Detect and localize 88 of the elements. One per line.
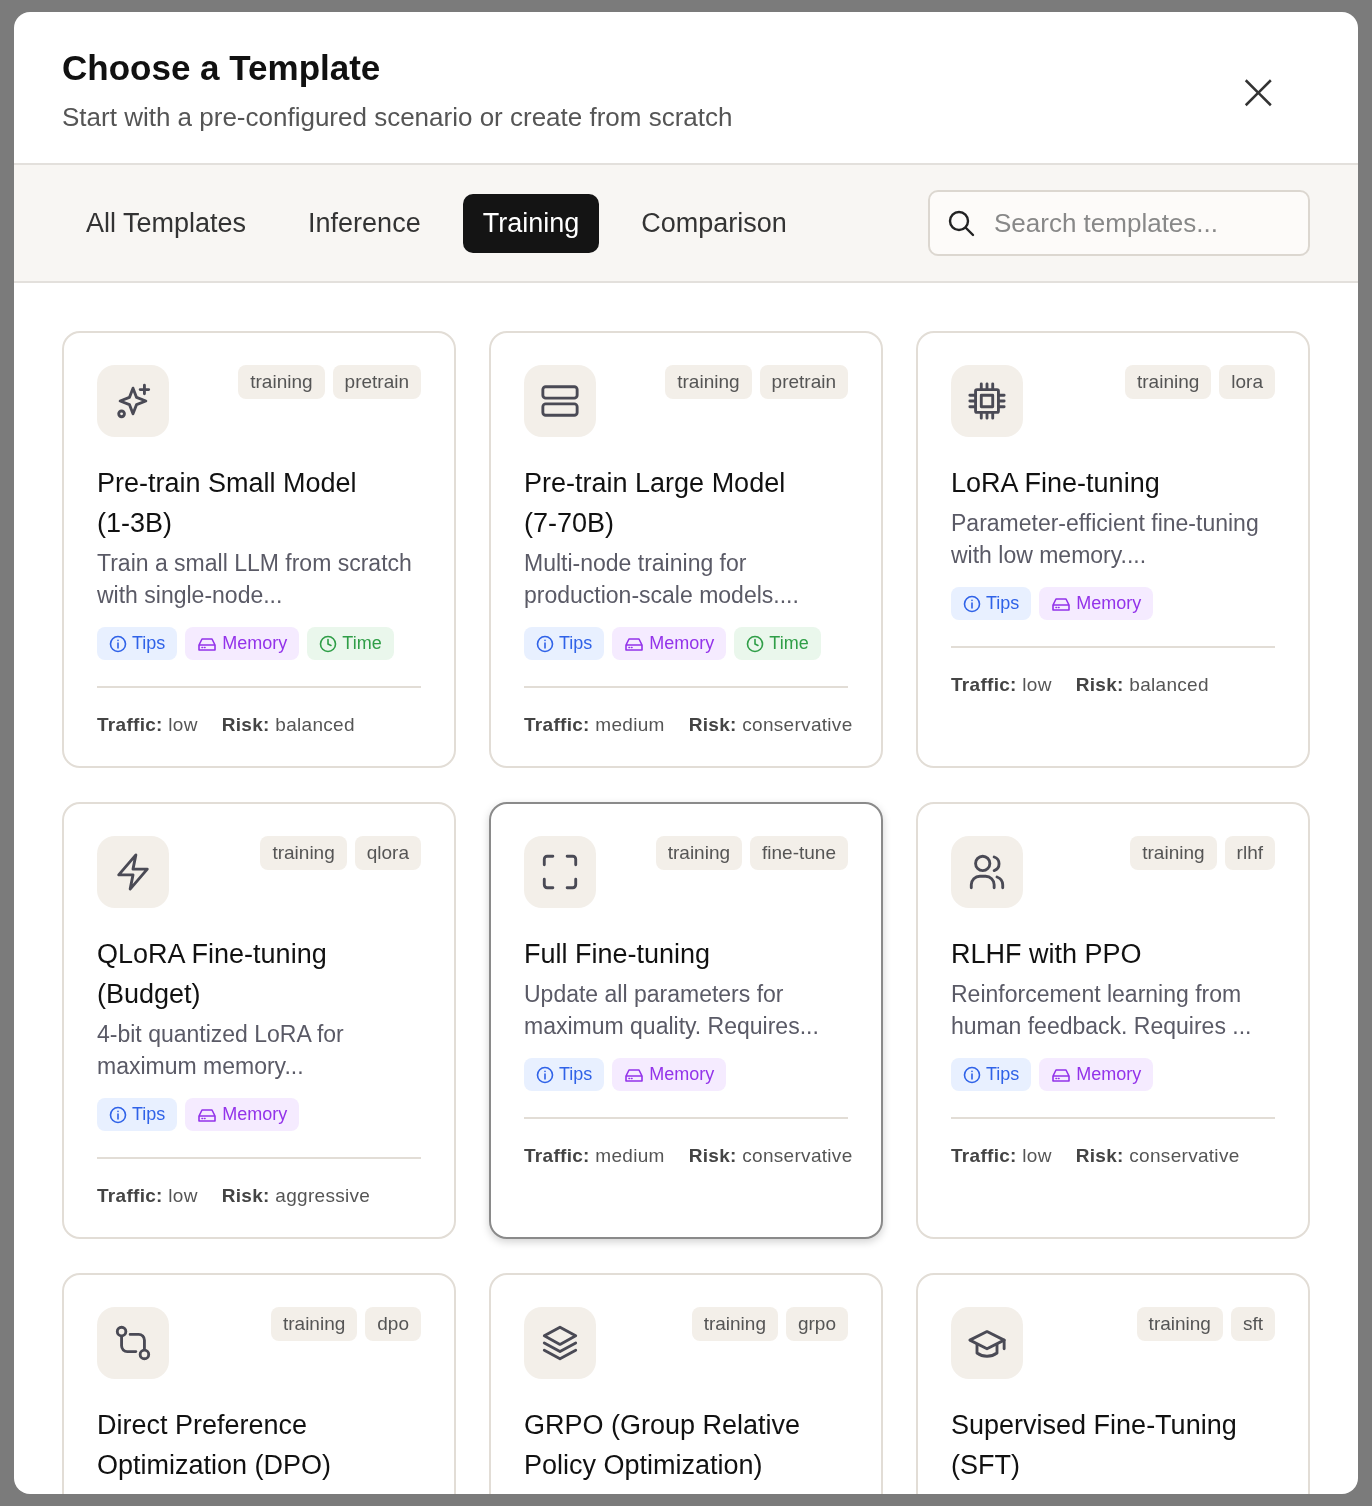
- users-icon: [967, 852, 1007, 892]
- tips-badge[interactable]: Tips: [97, 1098, 178, 1131]
- traffic-label: Traffic: low: [97, 1185, 198, 1207]
- template-card[interactable]: training sft Supervised Fine-Tuning (SFT): [916, 1273, 1310, 1494]
- filter-tab[interactable]: All Templates: [66, 193, 267, 253]
- tag: sft: [1230, 1307, 1275, 1341]
- info-icon: [963, 594, 981, 613]
- info-icon: [109, 1105, 127, 1124]
- tag: training: [691, 1307, 778, 1341]
- info-icon: [963, 1065, 981, 1084]
- card-title: QLoRA Fine-tuning (Budget): [97, 938, 328, 1011]
- traffic-label: Traffic: low: [951, 674, 1052, 696]
- card-title: Supervised Fine-Tuning (SFT): [951, 1409, 1238, 1482]
- card-description: Train a small LLM from scratch with single-node...: [97, 549, 413, 610]
- clock-icon: [319, 634, 338, 653]
- card-title: RLHF with PPO: [951, 938, 1143, 971]
- git-compare-icon: [113, 1323, 153, 1363]
- card-title: LoRA Fine-tuning: [951, 467, 1161, 500]
- card-title: Pre-train Small Model (1-3B): [97, 467, 358, 540]
- tips-badge[interactable]: Tips: [97, 627, 178, 660]
- tag: dpo: [365, 1307, 421, 1341]
- memory-badge[interactable]: Memory: [185, 627, 300, 660]
- risk-label: Risk: conservative: [688, 714, 853, 736]
- traffic-label: Traffic: medium: [524, 714, 665, 736]
- tag: lora: [1219, 365, 1275, 399]
- traffic-label: Traffic: medium: [524, 1145, 665, 1167]
- tag: fine-tune: [750, 836, 848, 870]
- memory-badge[interactable]: Memory: [612, 627, 727, 660]
- card-description: 4-bit quantized LoRA for maximum memory...: [97, 1020, 345, 1081]
- tag: grpo: [785, 1307, 848, 1341]
- risk-label: Risk: balanced: [221, 714, 355, 736]
- search-field[interactable]: Search templates...: [928, 190, 1310, 256]
- memory-badge[interactable]: Memory: [1039, 1058, 1154, 1091]
- template-card[interactable]: training rlhf RLHF with PPO Reinforcement learning from human feedback. Requires ... Tips Memory Traffic: low Risk: conservative: [916, 802, 1310, 1239]
- tag: training: [655, 836, 743, 870]
- tag: pretrain: [332, 365, 421, 399]
- template-card[interactable]: training dpo Direct Preference Optimization (DPO): [62, 1273, 456, 1494]
- template-card[interactable]: training pretrain Pre-train Small Model (1-3B) Train a small LLM from scratch with single-node... Tips Memory Time Traffic: low Risk: balanced: [62, 331, 456, 768]
- traffic-label: Traffic: low: [951, 1145, 1052, 1167]
- memory-badge[interactable]: Memory: [612, 1058, 727, 1091]
- frame-corners-icon: [540, 852, 580, 892]
- layers-icon: [540, 1323, 580, 1363]
- template-card[interactable]: training lora LoRA Fine-tuning Parameter-efficient fine-tuning with low memory.... Tips Memory Traffic: low Risk: balanced: [916, 331, 1310, 768]
- tag: training: [1130, 836, 1217, 870]
- filter-tab[interactable]: Inference: [288, 193, 441, 253]
- info-icon: [536, 634, 554, 653]
- filter-tab[interactable]: Comparison: [621, 193, 807, 253]
- card-description: Multi-node training for production-scale models....: [524, 549, 800, 610]
- memory-badge[interactable]: Memory: [185, 1098, 300, 1131]
- tag: training: [1136, 1307, 1223, 1341]
- tag: pretrain: [759, 365, 848, 399]
- tips-badge[interactable]: Tips: [524, 627, 605, 660]
- filter-tab[interactable]: Training: [462, 193, 600, 253]
- risk-label: Risk: balanced: [1075, 674, 1209, 696]
- card-description: Reinforcement learning from human feedback. Requires ...: [951, 980, 1253, 1041]
- tag: training: [665, 365, 752, 399]
- tips-badge[interactable]: Tips: [951, 1058, 1032, 1091]
- tag: training: [270, 1307, 358, 1341]
- card-title: Pre-train Large Model (7-70B): [524, 467, 787, 540]
- tips-badge[interactable]: Tips: [524, 1058, 605, 1091]
- info-icon: [109, 634, 127, 653]
- card-title: GRPO (Group Relative Policy Optimization): [524, 1409, 802, 1482]
- clock-icon: [746, 634, 765, 653]
- dialog-title: Choose a Template: [62, 48, 382, 88]
- memory-badge[interactable]: Memory: [1039, 587, 1154, 620]
- info-icon: [536, 1065, 554, 1084]
- tag: training: [238, 365, 325, 399]
- tag: qlora: [354, 836, 421, 870]
- risk-label: Risk: conservative: [1075, 1145, 1240, 1167]
- template-card[interactable]: training grpo GRPO (Group Relative Policy Optimization): [489, 1273, 883, 1494]
- tips-badge[interactable]: Tips: [951, 587, 1032, 620]
- card-title: Direct Preference Optimization (DPO): [97, 1409, 333, 1482]
- template-card[interactable]: training fine-tune Full Fine-tuning Update all parameters for maximum quality. Requires... Tips Memory Traffic: medium Risk: conservative: [489, 802, 883, 1239]
- tag: training: [260, 836, 347, 870]
- risk-label: Risk: aggressive: [221, 1185, 371, 1207]
- template-card[interactable]: training qlora QLoRA Fine-tuning (Budget) 4-bit quantized LoRA for maximum memory... Tips Memory Traffic: low Risk: aggressive: [62, 802, 456, 1239]
- card-description: Parameter-efficient fine-tuning with low memory....: [951, 509, 1260, 570]
- tag: rlhf: [1224, 836, 1275, 870]
- card-description: Update all parameters for maximum quality. Requires...: [524, 980, 820, 1041]
- dialog-subtitle: Start with a pre-configured scenario or create from scratch: [62, 102, 733, 133]
- card-title: Full Fine-tuning: [524, 938, 712, 971]
- template-card[interactable]: training pretrain Pre-train Large Model (7-70B) Multi-node training for production-scale models.... Tips Memory Time Traffic: medium Risk: conservative: [489, 331, 883, 768]
- search-icon: [946, 208, 976, 238]
- traffic-label: Traffic: low: [97, 714, 198, 736]
- close-button[interactable]: ×: [1226, 64, 1290, 117]
- chip-icon: [967, 381, 1007, 421]
- risk-label: Risk: conservative: [688, 1145, 853, 1167]
- tag: training: [1125, 365, 1212, 399]
